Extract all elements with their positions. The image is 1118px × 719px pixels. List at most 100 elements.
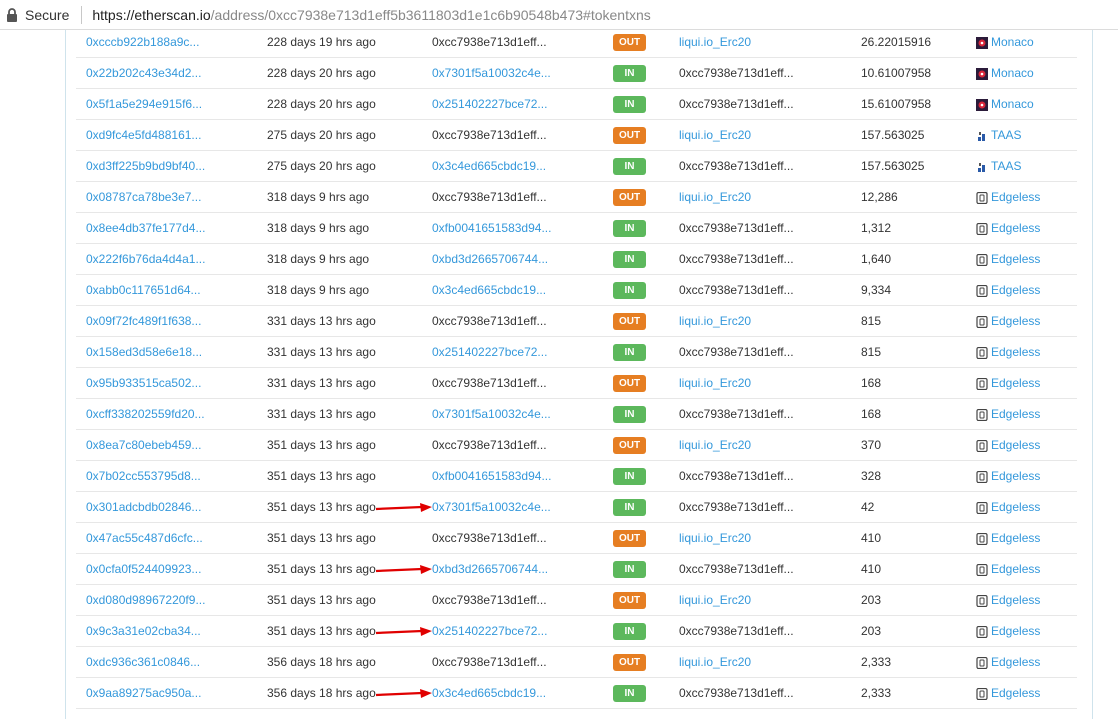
direction-badge: OUT [613, 591, 646, 609]
tx-hash-link[interactable]: 0x301adcbdb02846... [86, 492, 201, 523]
token-link[interactable]: Edgeless [976, 182, 1040, 213]
tx-hash-link[interactable]: 0x7b02cc553795d8... [86, 461, 201, 492]
from-address[interactable]: 0xbd3d2665706744... [432, 244, 548, 275]
token-quantity: 157.563025 [861, 159, 925, 173]
to-address[interactable]: liqui.io_Erc20 [679, 368, 751, 399]
tx-hash-link[interactable]: 0x09f72fc489f1f638... [86, 306, 201, 337]
to-address: 0xcc7938e713d1eff... [679, 686, 794, 700]
token-link[interactable]: Monaco [976, 27, 1034, 58]
token-link[interactable]: Monaco [976, 89, 1034, 120]
tx-hash-link[interactable]: 0xabb0c117651d64... [86, 275, 201, 306]
tx-hash-link[interactable]: 0x222f6b76da4d4a1... [86, 244, 205, 275]
token-quantity: 203 [861, 624, 882, 638]
tx-hash-link[interactable]: 0x0cfa0f524409923... [86, 554, 201, 585]
token-link[interactable]: Edgeless [976, 678, 1040, 709]
token-name[interactable]: Edgeless [991, 647, 1040, 678]
token-name[interactable]: Edgeless [991, 244, 1040, 275]
token-name[interactable]: Edgeless [991, 492, 1040, 523]
from-address[interactable]: 0x3c4ed665cbdc19... [432, 151, 546, 182]
tx-hash-link[interactable]: 0x22b202c43e34d2... [86, 58, 201, 89]
browser-address-bar[interactable]: Secure https://etherscan.io /address/0xc… [0, 0, 1118, 30]
tx-hash-link[interactable]: 0x9c3a31e02cba34... [86, 616, 201, 647]
tx-hash-link[interactable]: 0xcccb922b188a9c... [86, 27, 199, 58]
from-address[interactable]: 0x7301f5a10032c4e... [432, 399, 551, 430]
tx-hash-link[interactable]: 0x158ed3d58e6e18... [86, 337, 202, 368]
direction-badge: IN [613, 64, 646, 82]
token-name[interactable]: TAAS [991, 151, 1021, 182]
from-address[interactable]: 0x251402227bce72... [432, 616, 547, 647]
edgeless-token-icon [976, 501, 988, 514]
token-link[interactable]: Edgeless [976, 244, 1040, 275]
token-link[interactable]: Edgeless [976, 585, 1040, 616]
token-name[interactable]: Edgeless [991, 306, 1040, 337]
token-link[interactable]: Edgeless [976, 399, 1040, 430]
tx-hash-link[interactable]: 0xd080d98967220f9... [86, 585, 205, 616]
from-address[interactable]: 0x7301f5a10032c4e... [432, 492, 551, 523]
from-address[interactable]: 0x3c4ed665cbdc19... [432, 275, 546, 306]
token-link[interactable]: Monaco [976, 58, 1034, 89]
url-path[interactable]: /address/0xcc7938e713d1eff5b3611803d1e1c… [211, 7, 651, 23]
token-link[interactable]: Edgeless [976, 616, 1040, 647]
tx-hash-link[interactable]: 0xd9fc4e5fd488161... [86, 120, 201, 151]
edgeless-token-icon [976, 563, 988, 576]
token-link[interactable]: TAAS [976, 120, 1021, 151]
token-name[interactable]: TAAS [991, 120, 1021, 151]
tx-hash-link[interactable]: 0x5f1a5e294e915f6... [86, 89, 202, 120]
token-name[interactable]: Edgeless [991, 337, 1040, 368]
to-address[interactable]: liqui.io_Erc20 [679, 182, 751, 213]
token-link[interactable]: TAAS [976, 151, 1021, 182]
token-link[interactable]: Edgeless [976, 461, 1040, 492]
to-address[interactable]: liqui.io_Erc20 [679, 27, 751, 58]
token-link[interactable]: Edgeless [976, 275, 1040, 306]
red-arrow-icon [376, 627, 432, 636]
token-name[interactable]: Edgeless [991, 554, 1040, 585]
token-name[interactable]: Edgeless [991, 368, 1040, 399]
token-name[interactable]: Monaco [991, 27, 1034, 58]
from-address: 0xcc7938e713d1eff... [432, 35, 547, 49]
to-address[interactable]: liqui.io_Erc20 [679, 585, 751, 616]
to-address[interactable]: liqui.io_Erc20 [679, 647, 751, 678]
tx-hash-link[interactable]: 0x9aa89275ac950a... [86, 678, 201, 709]
from-address[interactable]: 0x7301f5a10032c4e... [432, 58, 551, 89]
token-name[interactable]: Edgeless [991, 213, 1040, 244]
to-address[interactable]: liqui.io_Erc20 [679, 523, 751, 554]
token-link[interactable]: Edgeless [976, 430, 1040, 461]
from-address[interactable]: 0xfb0041651583d94... [432, 461, 551, 492]
token-link[interactable]: Edgeless [976, 554, 1040, 585]
tx-hash-link[interactable]: 0x8ee4db37fe177d4... [86, 213, 205, 244]
token-name[interactable]: Edgeless [991, 430, 1040, 461]
token-name[interactable]: Edgeless [991, 585, 1040, 616]
from-address[interactable]: 0x251402227bce72... [432, 89, 547, 120]
token-link[interactable]: Edgeless [976, 213, 1040, 244]
token-name[interactable]: Edgeless [991, 678, 1040, 709]
token-link[interactable]: Edgeless [976, 523, 1040, 554]
token-name[interactable]: Edgeless [991, 399, 1040, 430]
tx-hash-link[interactable]: 0xdc936c361c0846... [86, 647, 200, 678]
token-name[interactable]: Edgeless [991, 523, 1040, 554]
tx-hash-link[interactable]: 0xcff338202559fd20... [86, 399, 205, 430]
token-link[interactable]: Edgeless [976, 306, 1040, 337]
from-address[interactable]: 0xbd3d2665706744... [432, 554, 548, 585]
token-link[interactable]: Edgeless [976, 647, 1040, 678]
token-name[interactable]: Edgeless [991, 616, 1040, 647]
to-address[interactable]: liqui.io_Erc20 [679, 306, 751, 337]
token-name[interactable]: Edgeless [991, 275, 1040, 306]
token-name[interactable]: Monaco [991, 58, 1034, 89]
tx-hash-link[interactable]: 0x95b933515ca502... [86, 368, 201, 399]
from-address[interactable]: 0xfb0041651583d94... [432, 213, 551, 244]
token-name[interactable]: Edgeless [991, 182, 1040, 213]
from-address[interactable]: 0x3c4ed665cbdc19... [432, 678, 546, 709]
tx-hash-link[interactable]: 0xd3ff225b9bd9bf40... [86, 151, 205, 182]
tx-hash-link[interactable]: 0x08787ca78be3e7... [86, 182, 201, 213]
to-address[interactable]: liqui.io_Erc20 [679, 120, 751, 151]
token-link[interactable]: Edgeless [976, 492, 1040, 523]
token-link[interactable]: Edgeless [976, 337, 1040, 368]
token-name[interactable]: Monaco [991, 89, 1034, 120]
tx-hash-link[interactable]: 0x8ea7c80ebeb459... [86, 430, 201, 461]
to-address[interactable]: liqui.io_Erc20 [679, 430, 751, 461]
tx-hash-link[interactable]: 0x47ac55c487d6cfc... [86, 523, 203, 554]
token-name[interactable]: Edgeless [991, 461, 1040, 492]
token-link[interactable]: Edgeless [976, 368, 1040, 399]
url-domain[interactable]: https://etherscan.io [92, 7, 210, 23]
from-address[interactable]: 0x251402227bce72... [432, 337, 547, 368]
